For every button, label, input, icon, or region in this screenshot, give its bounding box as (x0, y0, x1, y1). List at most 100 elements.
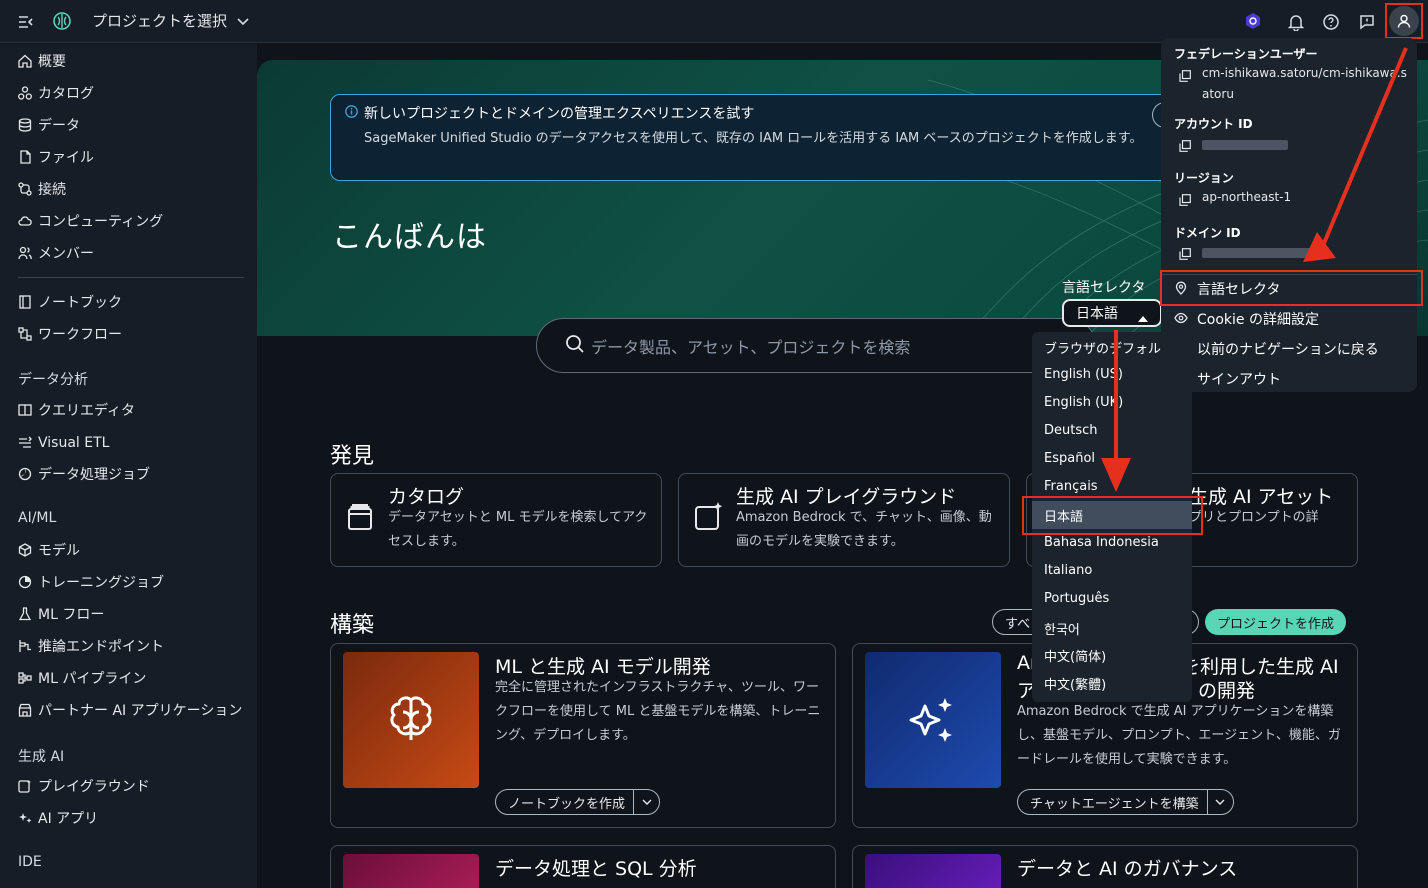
catalog-icon (18, 86, 32, 100)
language-option[interactable]: Deutsch (1044, 423, 1098, 438)
banner-body: SageMaker Unified Studio のデータアクセスを使用して、既… (364, 131, 1143, 146)
studio-logo-icon[interactable] (51, 10, 73, 32)
sidebar-item-training-jobs[interactable]: トレーニングジョブ (18, 571, 164, 593)
sidebar-item-ml-pipelines[interactable]: ML パイプライン (18, 667, 146, 689)
create-notebook-label: ノートブックを作成 (508, 796, 626, 812)
sidebar-item-label: データ (38, 118, 80, 134)
chevron-down-icon (237, 12, 249, 30)
discover-card-catalog[interactable]: カタログ データアセットと ML モデルを検索してアクセスします。 (330, 473, 662, 567)
info-icon (345, 104, 358, 122)
region-label: リージョン (1174, 171, 1234, 185)
copy-icon[interactable] (1179, 70, 1191, 82)
sidebar-item-label: ML パイプライン (38, 671, 147, 687)
banner-title: 新しいプロジェクトとドメインの管理エクスペリエンスを試す (364, 106, 755, 122)
language-option[interactable]: Português (1044, 591, 1109, 606)
chevron-down-icon[interactable] (633, 790, 659, 814)
search-placeholder: データ製品、アセット、プロジェクトを検索 (591, 337, 911, 357)
sidebar-item-label: 概要 (38, 54, 66, 70)
language-option[interactable]: 中文(繁體) (1044, 674, 1106, 693)
language-option[interactable]: Español (1044, 451, 1095, 466)
domain-id-label: ドメイン ID (1174, 226, 1241, 240)
bell-icon[interactable] (1285, 11, 1307, 33)
menu-item-sign-out[interactable]: サインアウト (1197, 369, 1281, 389)
collapse-nav-icon[interactable] (16, 12, 36, 32)
build-title: 構築 (330, 613, 375, 638)
create-notebook-button[interactable]: ノートブックを作成 (495, 789, 661, 815)
sidebar-item-ai-apps[interactable]: AI アプリ (18, 807, 98, 829)
sidebar-item-inference-endpoints[interactable]: 推論エンドポイント (18, 635, 164, 657)
search-icon (565, 334, 585, 358)
sidebar-item-files[interactable]: ファイル (18, 146, 94, 168)
build-card-governance[interactable]: データと AI のガバナンス (852, 845, 1358, 888)
sidebar-section-data-analysis: データ分析 (18, 372, 88, 388)
card-title: カタログ (388, 486, 465, 508)
sidebar-item-members[interactable]: メンバー (18, 242, 94, 264)
sidebar-item-label: モデル (38, 543, 80, 559)
build-card-ml-dev[interactable]: ML と生成 AI モデル開発 完全に管理されたインフラストラクチャ、ツール、ワ… (330, 643, 836, 828)
create-project-button[interactable]: プロジェクトを作成 (1205, 609, 1347, 635)
help-icon[interactable] (1320, 11, 1342, 33)
language-option[interactable]: Italiano (1044, 563, 1092, 578)
sidebar-item-workflows[interactable]: ワークフロー (18, 323, 122, 345)
sidebar-item-notebooks[interactable]: ノートブック (18, 291, 122, 313)
language-option[interactable]: Français (1044, 479, 1098, 494)
language-option[interactable]: 中文(简体) (1044, 646, 1106, 665)
discover-card-genai-playground[interactable]: 生成 AI プレイグラウンド Amazon Bedrock で、チャット、画像、… (678, 473, 1010, 567)
sidebar-item-models[interactable]: モデル (18, 539, 80, 561)
menu-item-previous-navigation[interactable]: 以前のナビゲーションに戻る (1197, 339, 1379, 359)
build-chat-agent-button[interactable]: チャットエージェントを構築 (1017, 789, 1234, 815)
sidebar-item-query-editor[interactable]: クエリエディタ (18, 399, 135, 421)
database-icon (18, 118, 32, 132)
project-selector-label: プロジェクトを選択 (92, 12, 228, 30)
chevron-down-icon[interactable] (1206, 790, 1233, 814)
language-option[interactable]: ブラウザのデフォルト (1044, 338, 1174, 357)
sidebar-item-playground[interactable]: プレイグラウンド (18, 775, 150, 797)
copy-icon[interactable] (1179, 248, 1191, 260)
sidebar-item-data-processing-jobs[interactable]: データ処理ジョブ (18, 463, 150, 485)
project-selector[interactable]: プロジェクトを選択 (92, 10, 249, 31)
language-select-value: 日本語 (1076, 306, 1118, 322)
sidebar-item-overview[interactable]: 概要 (18, 50, 66, 72)
language-selector-label: 言語セレクタ (1062, 280, 1146, 296)
workflow-icon (18, 327, 32, 341)
sidebar-item-ml-flow[interactable]: ML フロー (18, 603, 104, 625)
menu-item-cookie-settings[interactable]: Cookie の詳細設定 (1197, 309, 1319, 329)
visual-etl-icon (18, 436, 32, 450)
sidebar-item-catalog[interactable]: カタログ (18, 82, 94, 104)
sidebar-item-connections[interactable]: 接続 (18, 178, 66, 200)
language-option[interactable]: English (UK) (1044, 395, 1123, 410)
card-title-part: を利用した生成 AI (1181, 656, 1339, 678)
sidebar-item-compute[interactable]: コンピューティング (18, 210, 163, 232)
sidebar-item-label: ファイル (38, 150, 94, 166)
sidebar-item-label: ノートブック (38, 295, 122, 311)
query-editor-icon (18, 403, 32, 417)
user-menu: フェデレーションユーザー cm-ishikawa.satoru/cm-ishik… (1161, 38, 1417, 392)
card-title-part: の開発 (1198, 680, 1256, 702)
sidebar-item-label: ML フロー (38, 607, 105, 623)
sidebar-item-label: 推論エンドポイント (38, 639, 164, 655)
sidebar-item-label: パートナー AI アプリケーション (38, 703, 243, 719)
build-card-data-processing[interactable]: データ処理と SQL 分析 (330, 845, 836, 888)
sidebar-item-label: カタログ (38, 86, 94, 102)
sidebar-item-label: 接続 (38, 182, 66, 198)
search-input[interactable]: データ製品、アセット、プロジェクトを検索 (536, 318, 1096, 373)
sidebar-item-data[interactable]: データ (18, 114, 80, 136)
feedback-icon[interactable] (1356, 11, 1378, 33)
copy-icon[interactable] (1179, 140, 1191, 152)
sparkle-icon (18, 811, 32, 825)
language-option[interactable]: Bahasa Indonesia (1044, 535, 1159, 550)
sidebar-item-visual-etl[interactable]: Visual ETL (18, 432, 109, 454)
language-option[interactable]: English (US) (1044, 367, 1123, 382)
store-icon (18, 703, 32, 717)
card-title: ML と生成 AI モデル開発 (495, 656, 711, 678)
language-option[interactable]: 한국어 (1044, 619, 1080, 638)
user-profile-button[interactable] (1385, 3, 1423, 39)
user-icon (1389, 6, 1419, 36)
training-icon (18, 575, 32, 589)
caret-up-icon (1138, 310, 1148, 326)
copy-icon[interactable] (1179, 194, 1191, 206)
sidebar-item-label: トレーニングジョブ (38, 575, 164, 591)
language-select[interactable]: 日本語 (1062, 299, 1162, 327)
amazon-q-icon[interactable] (1242, 10, 1264, 32)
sidebar-item-partner-ai-apps[interactable]: パートナー AI アプリケーション (18, 699, 242, 721)
